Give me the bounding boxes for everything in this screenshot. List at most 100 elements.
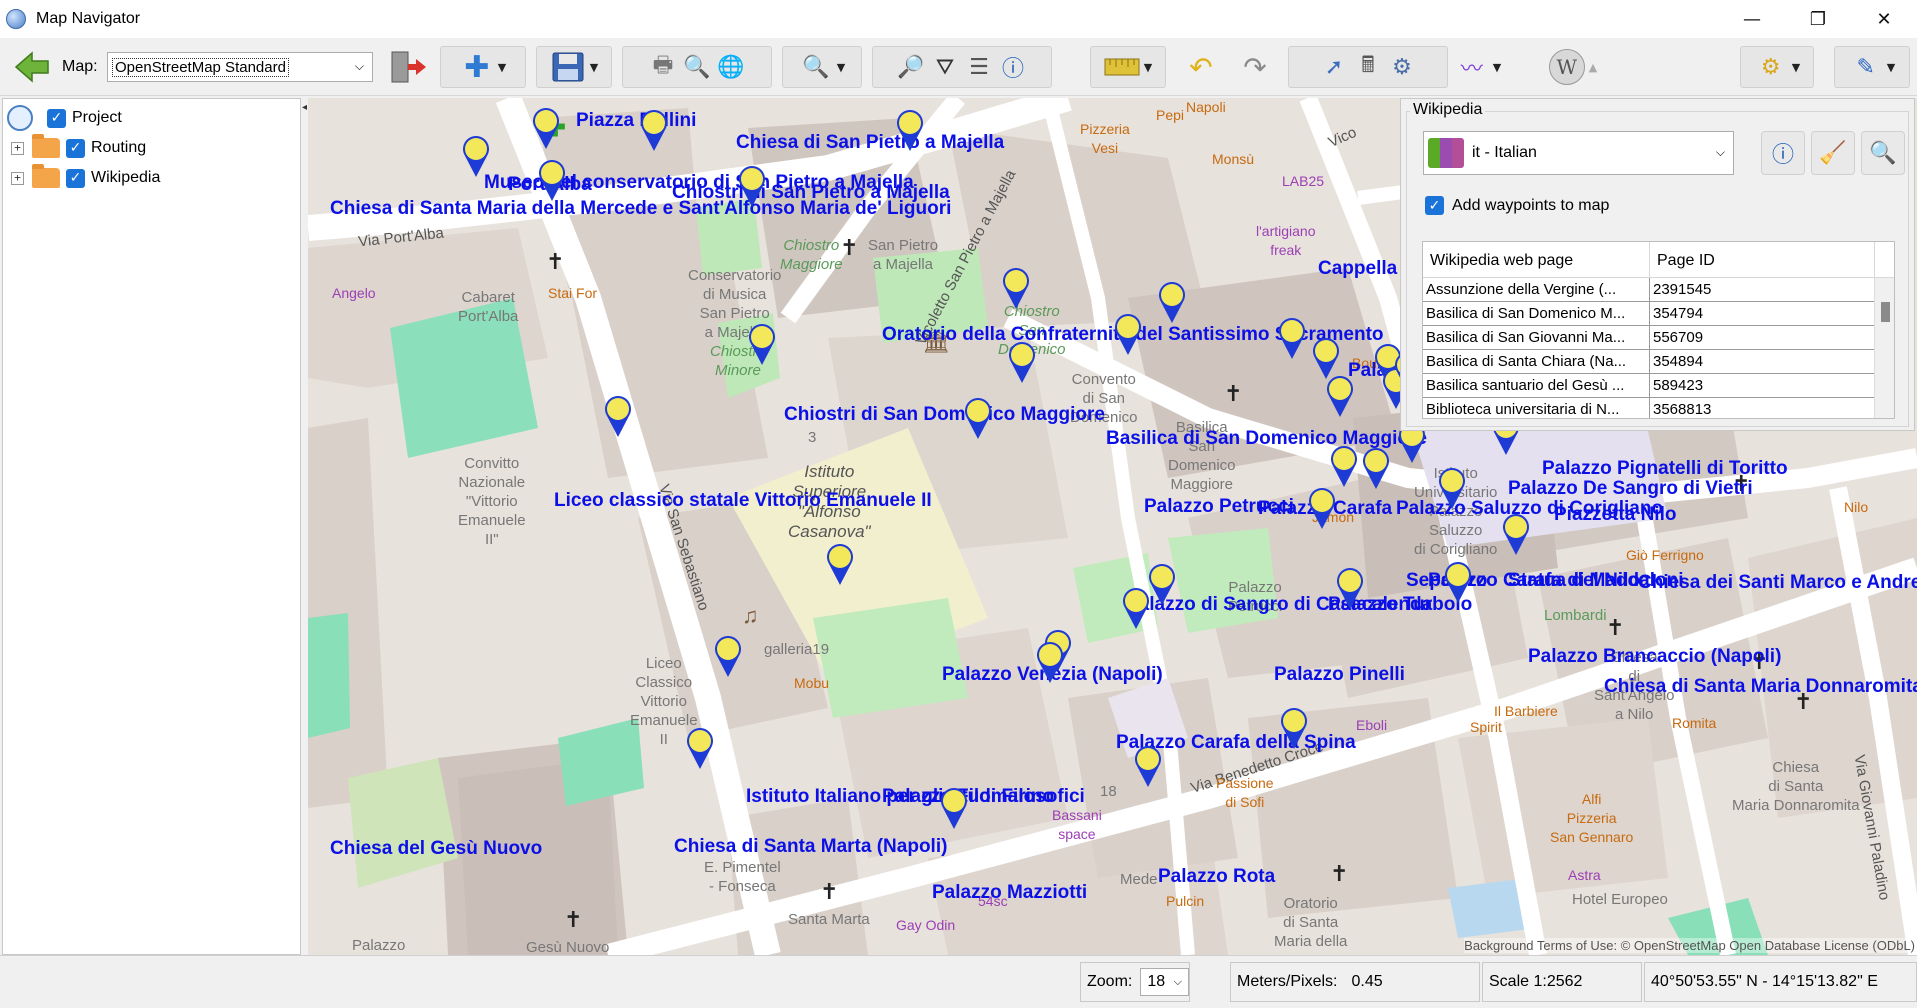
waypoint-label[interactable]: Piazza Bellini	[576, 110, 696, 132]
waypoint-pin-icon[interactable]	[1035, 640, 1065, 684]
waypoint-pin-icon[interactable]	[939, 786, 969, 830]
settings-dropdown[interactable]: ⚙ ▼	[1740, 46, 1814, 88]
globe-icon[interactable]: 🌐	[714, 50, 748, 84]
close-button[interactable]: ✕	[1851, 0, 1917, 38]
add-button[interactable]: ✚ ▼	[440, 46, 526, 88]
print-icon[interactable]: 🖶	[646, 50, 680, 84]
table-scrollbar[interactable]	[1874, 278, 1894, 418]
search-button[interactable]: 🔍	[1861, 131, 1905, 175]
measure-button[interactable]: ▼	[1090, 46, 1166, 88]
save-button[interactable]: ▼	[536, 46, 612, 88]
preview-magnifier-icon[interactable]: 🔍	[680, 50, 714, 84]
waypoint-pin-icon[interactable]	[1325, 374, 1355, 418]
back-button[interactable]	[12, 46, 52, 88]
waypoint-label[interactable]: Palazzo De Sangro di Vietri	[1508, 478, 1753, 500]
zoom-button[interactable]: 🔍 ▼	[782, 46, 862, 88]
waypoint-label[interactable]: Chiesa di Santa Maria Donnaromita	[1604, 676, 1917, 698]
waypoint-pin-icon[interactable]	[825, 542, 855, 586]
expand-icon[interactable]: +	[11, 171, 24, 185]
waypoint-pin-icon[interactable]	[1113, 312, 1143, 356]
expand-icon[interactable]: +	[11, 141, 24, 155]
waypoint-label[interactable]: Piazzetta Nilo	[1554, 504, 1676, 526]
info-button[interactable]: ⓘ	[1761, 131, 1805, 175]
add-waypoints-checkbox[interactable]: ✓	[1425, 196, 1444, 215]
waypoint-pin-icon[interactable]	[1307, 486, 1337, 530]
waypoint-pin-icon[interactable]	[1501, 512, 1531, 556]
wikipedia-button[interactable]: W ▲	[1540, 46, 1606, 88]
tree-item-routing[interactable]: + ✓ Routing	[11, 134, 146, 161]
list-icon[interactable]: ☰	[962, 50, 996, 84]
waypoint-pin-icon[interactable]	[1329, 444, 1359, 488]
table-row[interactable]: Basilica di San Giovanni Ma... 556709	[1423, 326, 1894, 350]
project-checkbox[interactable]: ✓	[47, 108, 66, 128]
table-row[interactable]: Basilica di Santa Chiara (Na... 354894	[1423, 350, 1894, 374]
table-row[interactable]: Basilica santuario del Gesù ... 589423	[1423, 374, 1894, 398]
waypoint-pin-icon[interactable]	[1001, 266, 1031, 310]
calculator-icon[interactable]: 🖩	[1351, 50, 1385, 84]
waypoint-pin-icon[interactable]	[531, 106, 561, 150]
waypoint-pin-icon[interactable]	[1121, 586, 1151, 630]
waypoint-pin-icon[interactable]	[1279, 706, 1309, 750]
wikipedia-checkbox[interactable]: ✓	[66, 168, 85, 188]
map-attribution[interactable]: Background Terms of Use: © OpenStreetMap…	[1464, 938, 1915, 953]
column-header-id[interactable]: Page ID	[1650, 242, 1875, 277]
waypoint-label[interactable]: Palazzo Brancaccio (Napoli)	[1528, 646, 1781, 668]
tree-item-project[interactable]: ✓ Project	[3, 105, 122, 131]
waypoint-label[interactable]: Palazzo Rota	[1158, 866, 1275, 888]
language-select[interactable]: it - Italian ⌵	[1423, 131, 1734, 175]
waypoint-label[interactable]: Liceo classico statale Vittorio Emanuele…	[554, 490, 932, 512]
waypoint-label[interactable]: Chiesa di Santa Marta (Napoli)	[674, 836, 947, 858]
waypoint-pin-icon[interactable]	[1437, 466, 1467, 510]
exit-button[interactable]	[386, 46, 430, 88]
draw-route-button[interactable]: 〰 ▼	[1448, 46, 1508, 88]
waypoint-label[interactable]: Palazzo Pinelli	[1274, 664, 1405, 686]
navigate-arrow-icon[interactable]: ⛛	[928, 50, 962, 84]
waypoint-label[interactable]: Cappella	[1318, 258, 1397, 280]
table-row[interactable]: Basilica di San Domenico M... 354794	[1423, 302, 1894, 326]
redo-button[interactable]: ↷	[1234, 46, 1276, 88]
waypoint-pin-icon[interactable]	[737, 164, 767, 208]
waypoint-pin-icon[interactable]	[603, 394, 633, 438]
gear-icon[interactable]: ⚙	[1385, 50, 1419, 84]
waypoint-pin-icon[interactable]	[1311, 336, 1341, 380]
table-row[interactable]: Assunzione della Vergine (... 2391545	[1423, 278, 1894, 302]
routing-checkbox[interactable]: ✓	[66, 138, 85, 158]
waypoint-pin-icon[interactable]	[1277, 316, 1307, 360]
table-row[interactable]: Biblioteca universitaria di N... 3568813	[1423, 398, 1894, 418]
waypoint-label[interactable]: Chiesa di San Pietro a Majella	[736, 132, 1004, 154]
waypoint-pin-icon[interactable]	[461, 134, 491, 178]
waypoint-pin-icon[interactable]	[639, 108, 669, 152]
waypoint-label[interactable]: Palazzo Mazziotti	[932, 882, 1087, 904]
minimize-button[interactable]: —	[1719, 0, 1785, 38]
scrollbar-thumb[interactable]	[1881, 302, 1890, 322]
zoom-xy-icon[interactable]: 🔎	[894, 50, 928, 84]
waypoint-pin-icon[interactable]	[1443, 560, 1473, 604]
waypoint-pin-icon[interactable]	[1147, 562, 1177, 606]
column-header-page[interactable]: Wikipedia web page	[1423, 242, 1650, 277]
waypoint-pin-icon[interactable]	[1361, 446, 1391, 490]
waypoint-pin-icon[interactable]	[1007, 340, 1037, 384]
undo-button[interactable]: ↶	[1180, 46, 1222, 88]
pointer-arrow-icon[interactable]: ➚	[1317, 50, 1351, 84]
tree-item-wikipedia[interactable]: + ✓ Wikipedia	[11, 164, 160, 191]
zoom-select[interactable]: 18 ⌵	[1140, 968, 1189, 996]
waypoint-pin-icon[interactable]	[1157, 280, 1187, 324]
maximize-button[interactable]: ❐	[1785, 0, 1851, 38]
waypoint-label[interactable]: Chiostri di San Domenico Maggiore	[784, 404, 1105, 426]
clear-button[interactable]: 🧹	[1811, 131, 1855, 175]
waypoint-pin-icon[interactable]	[895, 108, 925, 152]
waypoint-pin-icon[interactable]	[1133, 744, 1163, 788]
waypoint-pin-icon[interactable]	[747, 322, 777, 366]
info-icon[interactable]: ⓘ	[996, 50, 1030, 84]
pen-tool-dropdown[interactable]: ✎ ▼	[1834, 46, 1910, 88]
waypoint-pin-icon[interactable]	[1335, 566, 1365, 610]
map-source-select[interactable]: OpenStreetMap Standard ⌵	[107, 52, 373, 82]
waypoint-pin-icon[interactable]	[713, 634, 743, 678]
waypoint-pin-icon[interactable]	[537, 158, 567, 202]
waypoint-label[interactable]: Chiesa del Gesù Nuovo	[330, 838, 542, 860]
waypoint-label[interactable]: Chiesa di Santa Maria della Mercede e Sa…	[330, 198, 951, 220]
waypoint-pin-icon[interactable]	[963, 396, 993, 440]
add-waypoints-option[interactable]: ✓ Add waypoints to map	[1425, 196, 1609, 215]
waypoint-label[interactable]: Palazzo Pignatelli di Toritto	[1542, 458, 1788, 480]
collapse-arrow-icon[interactable]: ◂	[302, 102, 307, 113]
